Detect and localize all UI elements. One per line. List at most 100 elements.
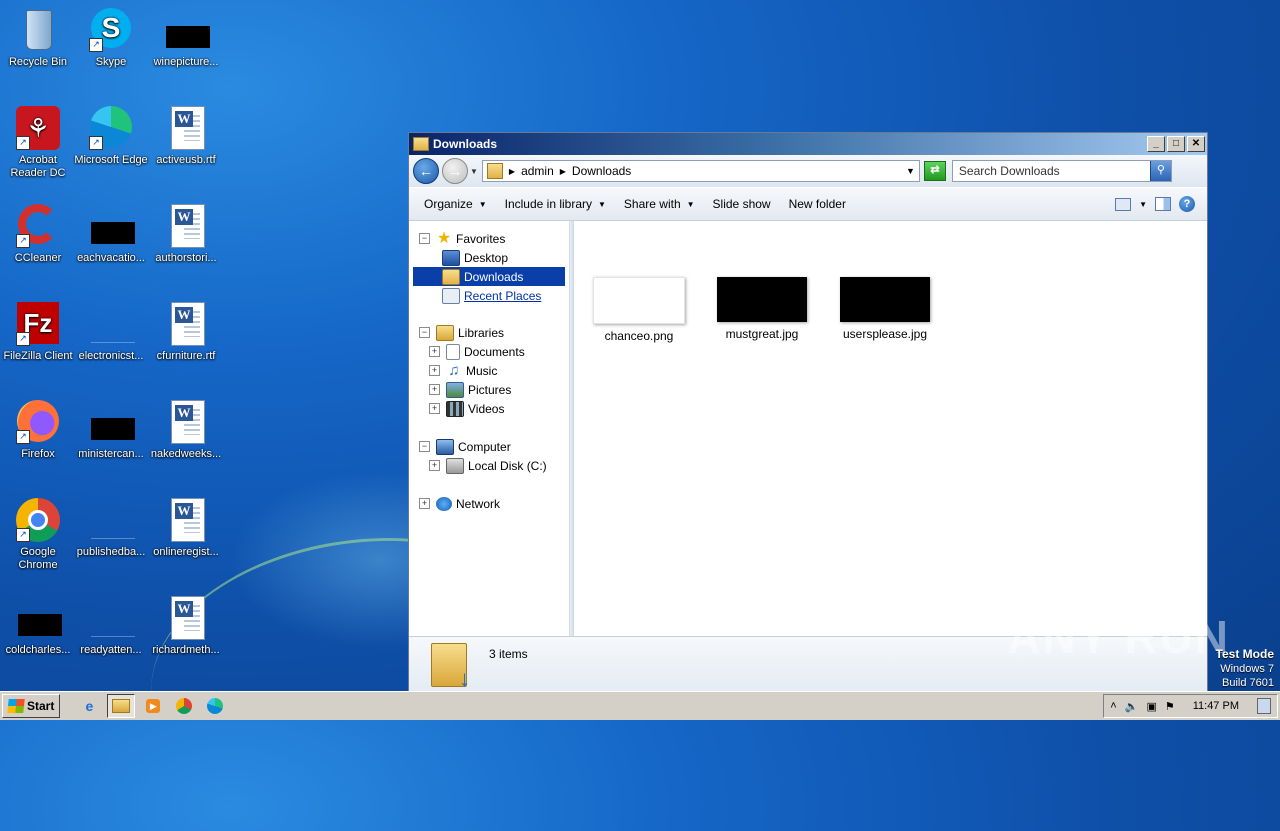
chrome-taskbar-icon[interactable] (171, 695, 197, 717)
desktop-icon-cfurniture[interactable]: W cfurniture.rtf (148, 300, 224, 363)
search-icon[interactable]: ⚲ (1149, 161, 1171, 181)
nav-network[interactable]: + Network (409, 494, 569, 513)
nav-downloads[interactable]: Downloads (413, 267, 565, 286)
nav-computer[interactable]: − Computer (409, 437, 569, 456)
desktop-icon-electronicst[interactable]: electronicst... (73, 300, 149, 363)
slide-show-button[interactable]: Slide show (704, 193, 780, 215)
address-box[interactable]: ▶ admin ▶ Downloads ▼ (481, 160, 920, 182)
nav-desktop-label: Desktop (464, 250, 509, 265)
desktop-icon-richardmeth[interactable]: W richardmeth... (148, 594, 224, 657)
newfolder-label: New folder (788, 197, 846, 211)
nav-favorites[interactable]: − ★ Favorites (409, 229, 569, 248)
desktop-icon (442, 249, 460, 266)
desktop-icon-edge[interactable]: ↗ Microsoft Edge (73, 104, 149, 167)
collapse-icon[interactable]: − (419, 327, 430, 338)
share-label: Share with (623, 197, 681, 211)
refresh-button[interactable]: ⇄ (923, 161, 946, 181)
action-center-flag-icon[interactable]: ⚑ (1165, 700, 1175, 713)
new-folder-button[interactable]: New folder (780, 193, 855, 215)
nav-music[interactable]: + ♫ Music (409, 361, 569, 380)
desktop-icon-publishedba[interactable]: publishedba... (73, 496, 149, 559)
downloads-folder-large-icon (431, 643, 470, 692)
breadcrumb-admin[interactable]: admin (521, 164, 554, 178)
explorer-taskbar-icon[interactable] (107, 694, 136, 718)
network-status-icon[interactable]: ▣ (1146, 700, 1156, 713)
pictures-icon (446, 381, 464, 398)
clock[interactable]: 11:47 PM (1193, 700, 1239, 712)
change-view-icon[interactable] (1115, 197, 1132, 211)
desktop-icon-chrome[interactable]: ↗ Google Chrome (0, 496, 76, 572)
organize-label: Organize (424, 197, 473, 211)
system-tray: ˄ 🔈 ▣ ⚑ 11:47 PM (1103, 694, 1278, 718)
breadcrumb-chevron-icon[interactable]: ▶ (509, 167, 515, 176)
desktop-icon-ccleaner[interactable]: ↗ CCleaner (0, 202, 76, 265)
desktop-icon-eachvacatio[interactable]: eachvacatio... (73, 202, 149, 265)
desktop-icon-acrobat[interactable]: ⚘ ↗ Acrobat Reader DC (0, 104, 76, 180)
address-history-dropdown[interactable]: ▼ (906, 166, 915, 176)
share-with-button[interactable]: Share with ▼ (615, 193, 704, 215)
desktop-icon-onlineregist[interactable]: W onlineregist... (148, 496, 224, 559)
desktop-icon-winepicture[interactable]: winepicture... (148, 6, 224, 69)
libraries-icon (436, 324, 454, 341)
file-item[interactable]: chanceo.png (584, 277, 694, 343)
collapse-icon[interactable]: − (419, 441, 430, 452)
nav-local-disk[interactable]: + Local Disk (C:) (409, 456, 569, 475)
media-player-taskbar-icon[interactable]: ▶ (140, 695, 166, 717)
expand-icon[interactable]: + (429, 403, 440, 414)
desktop-icon-firefox[interactable]: ↗ Firefox (0, 398, 76, 461)
internet-explorer-taskbar-icon[interactable]: e (76, 695, 102, 717)
desktop-icon-skype[interactable]: S ↗ Skype (73, 6, 149, 69)
recent-pages-dropdown[interactable]: ▼ (470, 167, 478, 176)
collapse-icon[interactable]: − (419, 233, 430, 244)
window-titlebar[interactable]: Downloads _ □ ✕ (409, 133, 1207, 155)
desktop-icon-activeusb[interactable]: W activeusb.rtf (148, 104, 224, 167)
edge-taskbar-icon[interactable] (202, 695, 228, 717)
expand-icon[interactable]: + (429, 384, 440, 395)
desktop-icon-ministercan[interactable]: ministercan... (73, 398, 149, 461)
nav-recent-places[interactable]: Recent Places (409, 286, 569, 305)
desktop-icon-recycle-bin[interactable]: Recycle Bin (0, 6, 76, 69)
maximize-button[interactable]: □ (1167, 136, 1185, 152)
desktop-icon-nakedweeks[interactable]: W nakedweeks... (148, 398, 224, 461)
search-box[interactable]: ⚲ (951, 160, 1172, 182)
show-desktop-icon[interactable] (1257, 698, 1271, 714)
expand-icon[interactable]: + (429, 346, 440, 357)
minimize-button[interactable]: _ (1147, 136, 1165, 152)
image-file-icon (87, 496, 135, 544)
desktop-icon-filezilla[interactable]: Fz ↗ FileZilla Client (0, 300, 76, 363)
desktop-icon-readyatten[interactable]: readyatten... (73, 594, 149, 657)
desktop-icon-coldcharles[interactable]: coldcharles... (0, 594, 76, 657)
forward-button[interactable]: → (442, 158, 468, 184)
file-item[interactable]: usersplease.jpg (830, 277, 940, 341)
nav-pictures[interactable]: + Pictures (409, 380, 569, 399)
volume-icon[interactable]: 🔈 (1125, 700, 1139, 713)
include-in-library-button[interactable]: Include in library ▼ (496, 193, 615, 215)
navigation-pane[interactable]: − ★ Favorites Desktop Downloads Recent P… (409, 221, 570, 637)
hard-disk-icon (446, 457, 464, 474)
nav-desktop[interactable]: Desktop (409, 248, 569, 267)
expand-icon[interactable]: + (429, 365, 440, 376)
start-button[interactable]: Start (2, 694, 61, 718)
expand-icon[interactable]: + (429, 460, 440, 471)
nav-libraries[interactable]: − Libraries (409, 323, 569, 342)
nav-documents[interactable]: + Documents (409, 342, 569, 361)
search-input[interactable] (952, 163, 1150, 179)
file-item[interactable]: mustgreat.jpg (707, 277, 817, 341)
filezilla-icon: Fz ↗ (14, 300, 62, 348)
show-hidden-icons-icon[interactable]: ˄ (1110, 700, 1116, 712)
preview-pane-icon[interactable] (1155, 197, 1171, 211)
organize-button[interactable]: Organize ▼ (415, 193, 496, 215)
view-options-dropdown[interactable]: ▼ (1139, 200, 1147, 209)
breadcrumb-chevron-icon[interactable]: ▶ (560, 167, 566, 176)
word-document-icon: W (162, 594, 210, 642)
desktop-icon-authorstori[interactable]: W authorstori... (148, 202, 224, 265)
nav-videos[interactable]: + Videos (409, 399, 569, 418)
recycle-bin-icon (14, 6, 62, 54)
back-button[interactable]: ← (413, 158, 439, 184)
file-list[interactable]: chanceo.png mustgreat.jpg usersplease.jp… (574, 221, 1207, 637)
close-button[interactable]: ✕ (1187, 136, 1205, 152)
help-icon[interactable]: ? (1179, 196, 1195, 212)
folder-icon (413, 137, 429, 151)
expand-icon[interactable]: + (419, 498, 430, 509)
breadcrumb-downloads[interactable]: Downloads (572, 164, 631, 178)
